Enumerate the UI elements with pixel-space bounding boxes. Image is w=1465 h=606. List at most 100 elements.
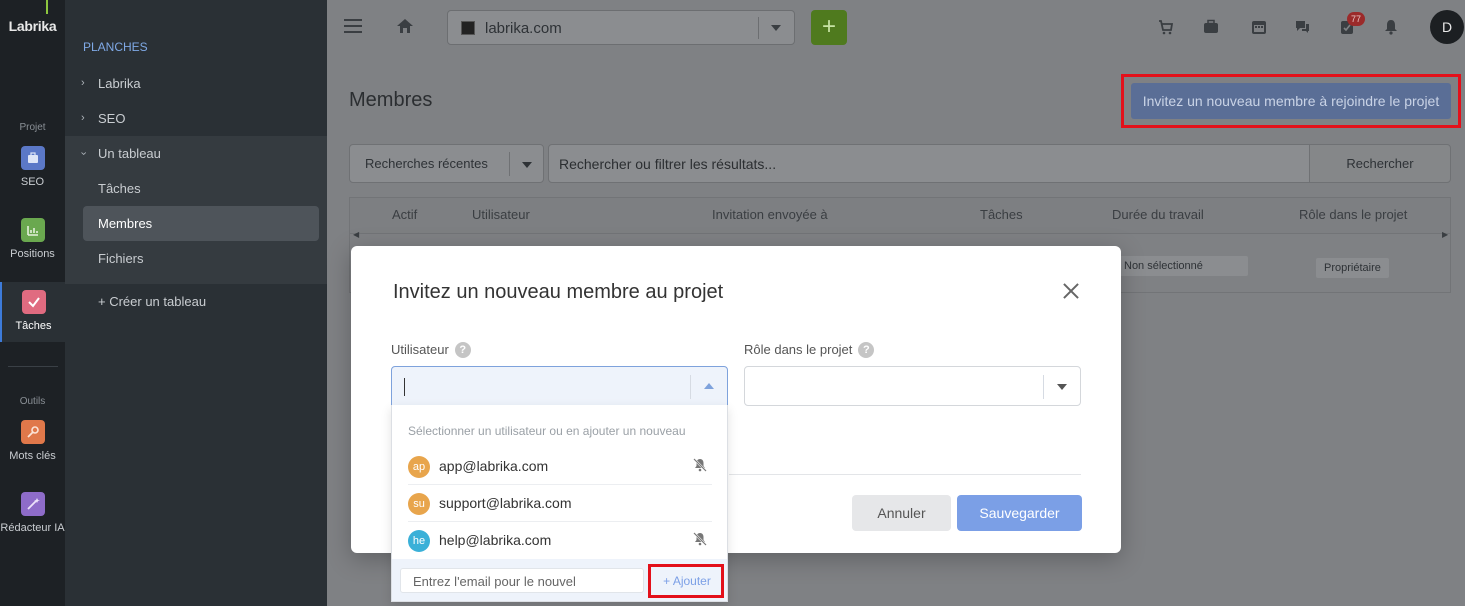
key-icon xyxy=(20,420,45,444)
user-field-label: Utilisateur? xyxy=(391,342,471,358)
role-badge[interactable]: Propriétaire xyxy=(1316,258,1389,278)
user-email: help@labrika.com xyxy=(439,532,552,548)
column-header[interactable]: Durée du travail xyxy=(1112,207,1204,222)
divider xyxy=(758,17,759,39)
rail-item-label: Mots clés xyxy=(9,450,56,462)
notifications-off-icon xyxy=(692,457,708,473)
rail-item-label: Positions xyxy=(10,248,55,260)
role-label-text: Rôle dans le projet xyxy=(744,342,853,357)
chevron-down-icon[interactable] xyxy=(1057,384,1067,390)
modal-title: Invitez un nouveau membre au projet xyxy=(393,281,724,303)
chevron-down-icon xyxy=(522,162,532,168)
help-icon[interactable]: ? xyxy=(454,342,471,358)
chevron-down-icon: › xyxy=(77,151,90,156)
user-select-input[interactable] xyxy=(391,366,728,406)
text-cursor xyxy=(404,378,405,396)
rail-item-taches[interactable]: Tâches xyxy=(0,282,65,342)
add-site-button[interactable]: + xyxy=(811,10,847,45)
table-header: Actif Utilisateur Invitation envoyée à T… xyxy=(350,198,1450,234)
icon-rail: Labrika Projet SEO Positions Tâches Outi… xyxy=(0,0,65,606)
column-header[interactable]: Rôle dans le projet xyxy=(1299,207,1407,222)
scroll-right-icon[interactable]: ▶ xyxy=(1442,230,1448,239)
board-label: SEO xyxy=(98,111,126,126)
chat-icon[interactable] xyxy=(1293,18,1311,36)
user-label-text: Utilisateur xyxy=(391,342,449,357)
search-placeholder: Rechercher ou filtrer les résultats... xyxy=(559,156,777,172)
new-email-input[interactable]: Entrez l'email pour le nouvel xyxy=(400,568,644,593)
user-avatar[interactable]: D xyxy=(1430,10,1464,44)
recent-searches-select[interactable]: Recherches récentes xyxy=(349,144,544,183)
sidebar-board-seo[interactable]: › SEO xyxy=(65,101,327,136)
role-select[interactable] xyxy=(744,366,1081,406)
calendar-icon[interactable] xyxy=(1250,18,1268,36)
column-header[interactable]: Actif xyxy=(392,207,417,222)
boards-sidebar: PLANCHES › Labrika › SEO › Un tableau Tâ… xyxy=(65,0,327,606)
modal-divider xyxy=(729,474,1081,475)
close-icon[interactable] xyxy=(1063,283,1079,299)
sidebar-item-fichiers[interactable]: Fichiers xyxy=(83,241,319,276)
avatar: su xyxy=(408,493,430,515)
page-title: Membres xyxy=(349,89,433,111)
sidebar-board-un-tableau[interactable]: › Un tableau xyxy=(65,136,327,171)
topbar: labrika.com + 77 D xyxy=(327,0,1465,55)
list-item[interactable]: he help@labrika.com xyxy=(408,522,712,559)
search-input[interactable]: Rechercher ou filtrer les résultats... xyxy=(548,144,1310,183)
sidebar-item-taches[interactable]: Tâches xyxy=(83,171,319,206)
site-favicon-icon xyxy=(461,21,475,35)
avatar: he xyxy=(408,530,430,552)
rail-item-label: Rédacteur IA xyxy=(0,522,65,534)
list-item[interactable]: su support@labrika.com xyxy=(408,485,712,522)
briefcase-icon xyxy=(20,146,45,170)
chart-icon xyxy=(20,218,45,242)
bell-icon[interactable] xyxy=(1382,18,1400,36)
rail-item-redacteur[interactable]: Rédacteur IA xyxy=(0,492,65,534)
invite-member-button[interactable]: Invitez un nouveau membre à rejoindre le… xyxy=(1131,83,1451,119)
save-button[interactable]: Sauvegarder xyxy=(957,495,1082,531)
column-header[interactable]: Invitation envoyée à xyxy=(712,207,828,222)
scroll-left-icon[interactable]: ◀ xyxy=(353,230,359,239)
divider xyxy=(690,375,691,399)
home-icon[interactable] xyxy=(396,17,414,38)
menu-icon[interactable] xyxy=(344,19,362,33)
rail-divider xyxy=(8,366,58,367)
rail-item-mots-cles[interactable]: Mots clés xyxy=(0,420,65,462)
board-label: Un tableau xyxy=(98,146,161,161)
search-button[interactable]: Rechercher xyxy=(1309,144,1451,183)
sidebar-board-labrika[interactable]: › Labrika xyxy=(65,66,327,101)
user-email: support@labrika.com xyxy=(439,495,572,511)
dropdown-hint: Sélectionner un utilisateur ou en ajoute… xyxy=(408,424,686,438)
site-select-value: labrika.com xyxy=(485,20,562,37)
chevron-down-icon xyxy=(771,25,781,31)
chevron-up-icon[interactable] xyxy=(704,383,714,389)
divider xyxy=(509,152,510,176)
help-icon[interactable]: ? xyxy=(858,342,875,358)
chevron-right-icon: › xyxy=(81,77,85,89)
app-logo[interactable]: Labrika xyxy=(0,18,65,34)
avatar: ap xyxy=(408,456,430,478)
chevron-right-icon: › xyxy=(81,112,85,124)
sidebar-item-membres[interactable]: Membres xyxy=(83,206,319,241)
briefcase-icon[interactable] xyxy=(1202,18,1220,36)
rail-item-label: Tâches xyxy=(15,320,52,332)
logo-accent xyxy=(46,0,48,14)
recent-searches-label: Recherches récentes xyxy=(365,156,488,171)
notifications-off-icon xyxy=(692,531,708,547)
cart-icon[interactable] xyxy=(1157,18,1175,36)
cancel-button[interactable]: Annuler xyxy=(852,495,951,531)
board-label: Labrika xyxy=(98,76,141,91)
divider xyxy=(1043,375,1044,399)
column-header[interactable]: Tâches xyxy=(980,207,1023,222)
rail-item-seo[interactable]: SEO xyxy=(0,146,65,188)
role-field-label: Rôle dans le projet? xyxy=(744,342,875,358)
site-select[interactable]: labrika.com xyxy=(447,10,795,45)
user-email: app@labrika.com xyxy=(439,458,549,474)
column-header[interactable]: Utilisateur xyxy=(472,207,530,222)
list-item[interactable]: ap app@labrika.com xyxy=(408,448,712,485)
duration-select[interactable]: Non sélectionné xyxy=(1116,256,1248,276)
email-placeholder: Entrez l'email pour le nouvel xyxy=(413,574,576,589)
highlight-box xyxy=(648,564,724,598)
rail-item-positions[interactable]: Positions xyxy=(0,218,65,260)
notification-badge: 77 xyxy=(1347,12,1365,26)
section-label-project: Projet xyxy=(19,122,46,133)
create-board-link[interactable]: + Créer un tableau xyxy=(83,284,319,319)
